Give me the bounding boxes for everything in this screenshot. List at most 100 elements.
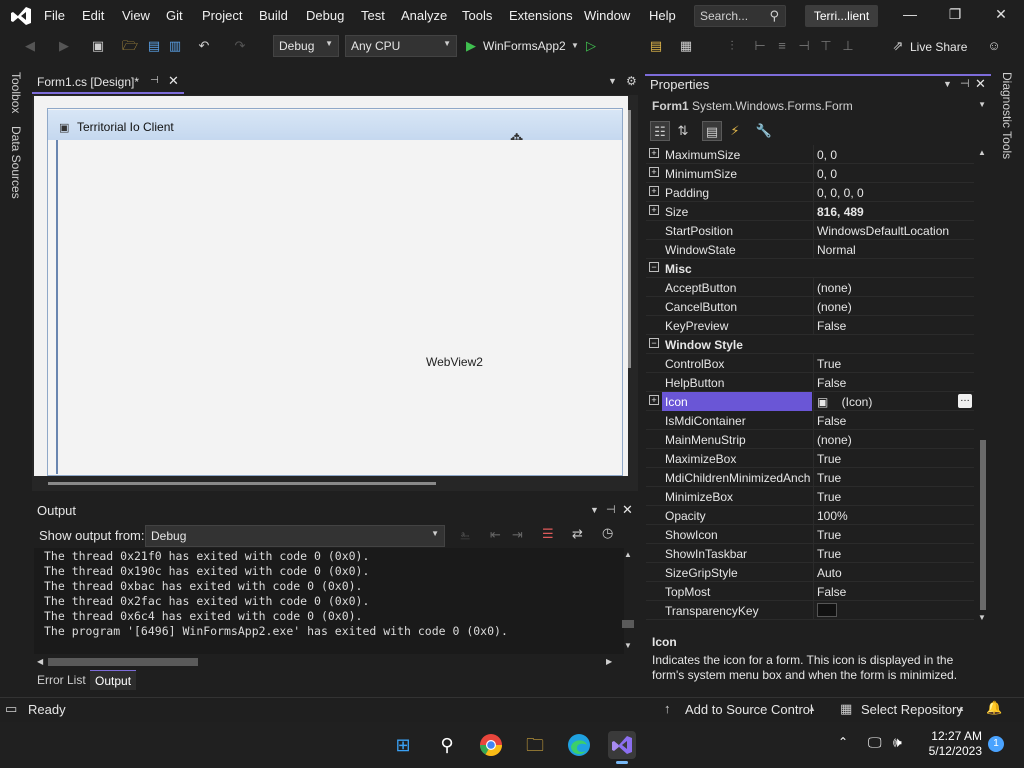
property-row[interactable]: + Padding 0, 0, 0, 0 [646, 183, 974, 202]
network-icon[interactable]: 🖵 [868, 734, 882, 751]
scroll-down-icon[interactable]: ▼ [624, 641, 632, 650]
property-value[interactable]: True [817, 357, 841, 371]
start-without-debugging-icon[interactable]: ▷ [583, 38, 599, 54]
property-value[interactable]: ▣ (Icon) [817, 395, 872, 409]
select-repository-button[interactable]: Select Repository [861, 702, 963, 717]
live-share-button[interactable]: Live Share [910, 40, 967, 54]
navigate-back-icon[interactable]: ◀ [22, 38, 38, 54]
expand-icon[interactable]: + [649, 148, 659, 158]
properties-object-selector[interactable]: Form1 System.Windows.Forms.Form ▼ [648, 96, 990, 116]
clock-icon[interactable]: ◷ [602, 525, 613, 541]
word-wrap-icon[interactable]: ⇄ [572, 526, 583, 542]
add-to-source-control-button[interactable]: Add to Source Control [685, 702, 813, 717]
expand-icon[interactable]: + [649, 395, 659, 405]
properties-scrollbar-thumb[interactable] [980, 440, 986, 610]
undo-icon[interactable]: ↶ [196, 38, 212, 54]
start-debugging-icon[interactable]: ▶ [463, 38, 479, 54]
solution-name-badge[interactable]: Terri...lient [805, 5, 878, 27]
property-row[interactable]: TransparencyKey [646, 601, 974, 620]
align-bottoms-icon[interactable]: ⊥ [840, 38, 856, 54]
feedback-icon[interactable]: ☺ [986, 38, 1002, 54]
scroll-up-icon[interactable]: ▲ [978, 148, 986, 157]
property-row[interactable]: ControlBox True [646, 354, 974, 373]
menu-item-analyze[interactable]: Analyze [401, 8, 447, 23]
menu-item-tools[interactable]: Tools [462, 8, 492, 23]
browse-ellipsis-button[interactable]: … [958, 394, 972, 408]
property-row[interactable]: + MaximumSize 0, 0 [646, 145, 974, 164]
scroll-right-icon[interactable]: ▶ [606, 657, 612, 666]
property-value[interactable]: 0, 0, 0, 0 [817, 186, 864, 200]
property-row[interactable]: HelpButton False [646, 373, 974, 392]
property-value[interactable]: (none) [817, 300, 852, 314]
close-icon[interactable]: ✕ [168, 73, 179, 89]
property-row[interactable]: Opacity 100% [646, 506, 974, 525]
chevron-up-icon[interactable]: ⌃ [838, 735, 848, 749]
edge-icon[interactable] [565, 731, 593, 759]
property-value[interactable]: Auto [817, 566, 842, 580]
menu-item-test[interactable]: Test [361, 8, 385, 23]
gear-icon[interactable]: ⚙ [626, 74, 637, 88]
output-vertical-scrollbar-thumb[interactable] [622, 620, 634, 628]
property-row[interactable]: TopMost False [646, 582, 974, 601]
property-row[interactable]: MinimizeBox True [646, 487, 974, 506]
restore-window-button[interactable]: ❐ [940, 6, 970, 26]
clock-date[interactable]: 5/12/2023 [922, 744, 982, 758]
pin-icon[interactable]: ⊣ [150, 75, 159, 86]
property-row[interactable]: + MinimumSize 0, 0 [646, 164, 974, 183]
property-row[interactable]: SizeGripStyle Auto [646, 563, 974, 582]
menu-item-view[interactable]: View [122, 8, 150, 23]
property-value[interactable]: WindowsDefaultLocation [817, 224, 949, 238]
property-value[interactable]: False [817, 319, 846, 333]
menu-item-git[interactable]: Git [166, 8, 183, 23]
visual-studio-taskbar-icon[interactable] [608, 731, 636, 759]
search-icon[interactable]: ⚲ [433, 731, 461, 759]
save-all-icon[interactable]: ▥ [167, 38, 183, 54]
next-message-icon[interactable]: ⇥ [512, 527, 523, 543]
property-value[interactable]: 0, 0 [817, 167, 837, 181]
webview2-control[interactable] [56, 140, 622, 474]
browse-with-icon[interactable]: ▤ [648, 38, 664, 54]
new-project-icon[interactable]: ▣ [90, 38, 106, 54]
scroll-up-icon[interactable]: ▲ [624, 550, 632, 559]
layout-icon[interactable]: ▦ [678, 38, 694, 54]
menu-item-build[interactable]: Build [259, 8, 288, 23]
align-tops-icon[interactable]: ⊤ [818, 38, 834, 54]
run-target-label[interactable]: WinFormsApp2 [483, 39, 566, 53]
output-text-area[interactable]: The thread 0x21f0 has exited with code 0… [34, 548, 624, 654]
find-message-icon[interactable]: ⎁ [460, 527, 470, 543]
file-explorer-icon[interactable]: 🗀 [521, 731, 549, 759]
expand-icon[interactable]: + [649, 186, 659, 196]
property-row[interactable]: ShowInTaskbar True [646, 544, 974, 563]
chevron-down-icon[interactable]: ▼ [567, 38, 583, 54]
redo-icon[interactable]: ↷ [232, 38, 248, 54]
output-source-select[interactable]: Debug ▼ [145, 525, 445, 547]
menu-item-project[interactable]: Project [202, 8, 242, 23]
diagnostic-tools-tab[interactable]: Diagnostic Tools [1000, 72, 1014, 159]
save-icon[interactable]: ▤ [146, 38, 162, 54]
property-value[interactable]: True [817, 452, 841, 466]
pin-icon[interactable]: ⊣ [606, 503, 616, 516]
property-row[interactable]: AcceptButton (none) [646, 278, 974, 297]
collapse-icon[interactable]: − [649, 262, 659, 272]
solution-configuration-select[interactable]: Debug ▼ [273, 35, 339, 57]
property-value[interactable]: True [817, 547, 841, 561]
scroll-left-icon[interactable]: ◀ [37, 657, 43, 666]
close-icon[interactable]: ✕ [975, 76, 986, 92]
menu-item-file[interactable]: File [44, 8, 65, 23]
clock-time[interactable]: 12:27 AM [930, 729, 982, 743]
property-row[interactable]: KeyPreview False [646, 316, 974, 335]
scroll-down-icon[interactable]: ▼ [978, 613, 986, 622]
property-row[interactable]: WindowState Normal [646, 240, 974, 259]
property-row[interactable]: MaximizeBox True [646, 449, 974, 468]
property-value[interactable]: False [817, 376, 846, 390]
align-centers-icon[interactable]: ≡ [774, 38, 790, 54]
tab-list-dropdown-icon[interactable]: ▼ [608, 76, 617, 86]
chevron-up-icon[interactable]: ▲ [957, 704, 965, 713]
property-value[interactable]: (none) [817, 433, 852, 447]
window-position-dropdown-icon[interactable]: ▼ [943, 79, 952, 89]
menu-item-extensions[interactable]: Extensions [509, 8, 573, 23]
tab-form1-design[interactable]: Form1.cs [Design]* ⊣ ✕ [32, 72, 184, 94]
chevron-up-icon[interactable]: ▲ [808, 704, 816, 713]
volume-icon[interactable]: 🕪 [893, 734, 902, 751]
previous-message-icon[interactable]: ⇤ [490, 527, 501, 543]
